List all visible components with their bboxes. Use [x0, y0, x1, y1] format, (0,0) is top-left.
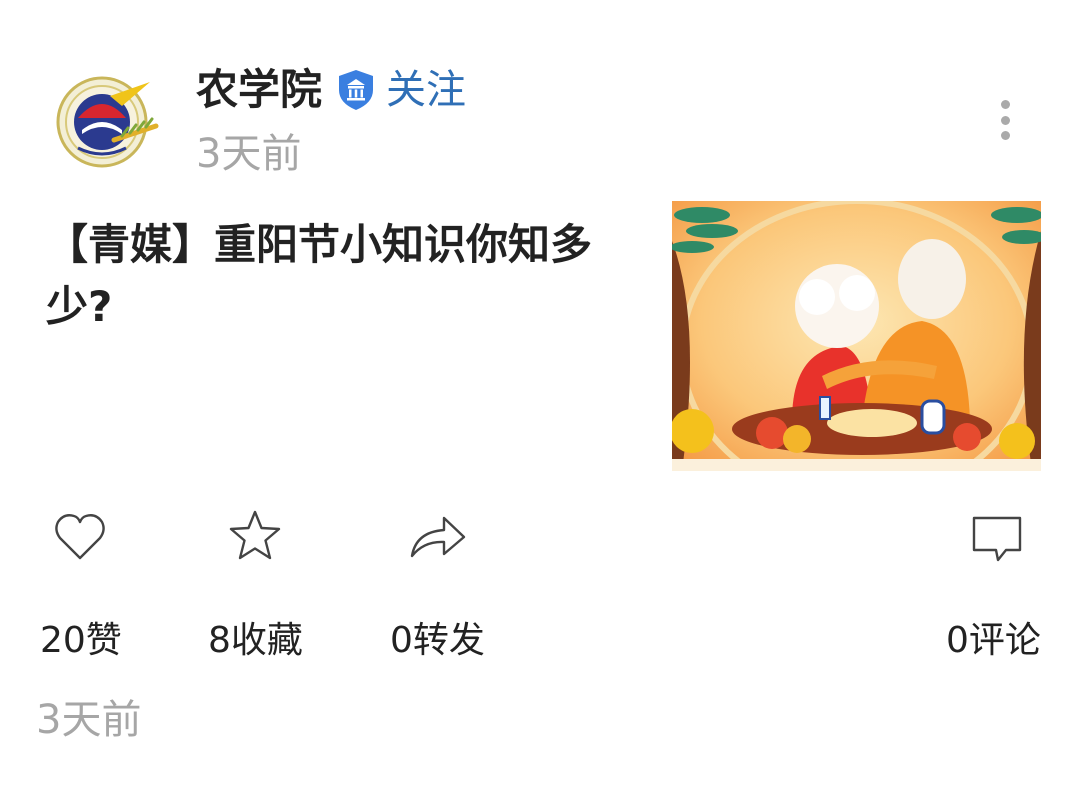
- post-title[interactable]: 【青媒】重阳节小知识你知多少?: [46, 214, 606, 338]
- account-header-row: 农学院 关注: [196, 60, 466, 120]
- more-vertical-icon: [1000, 100, 1010, 109]
- post-time: 3天前: [196, 131, 302, 177]
- like-count[interactable]: 20赞: [40, 618, 122, 664]
- comment-bubble-icon[interactable]: [970, 508, 1026, 564]
- verified-institution-icon: [339, 70, 374, 110]
- share-count[interactable]: 0转发: [390, 618, 485, 664]
- account-avatar[interactable]: [52, 70, 164, 170]
- favorite-count[interactable]: 8收藏: [208, 618, 303, 664]
- double-ninth-festival-illustration: [672, 201, 1041, 471]
- action-counts: 20赞 8收藏 0转发 0评论: [0, 618, 1080, 668]
- share-arrow-icon[interactable]: [408, 508, 468, 564]
- more-options-button[interactable]: [992, 100, 1018, 140]
- post-thumbnail[interactable]: [672, 201, 1041, 471]
- follow-button[interactable]: 关注: [386, 70, 466, 110]
- footer-time: 3天前: [36, 697, 142, 743]
- heart-icon[interactable]: [52, 508, 108, 564]
- action-bar: [0, 508, 1080, 578]
- star-icon[interactable]: [226, 508, 284, 564]
- account-name[interactable]: 农学院: [196, 69, 322, 111]
- college-logo-icon: [56, 76, 159, 168]
- comment-count[interactable]: 0评论: [946, 618, 1041, 664]
